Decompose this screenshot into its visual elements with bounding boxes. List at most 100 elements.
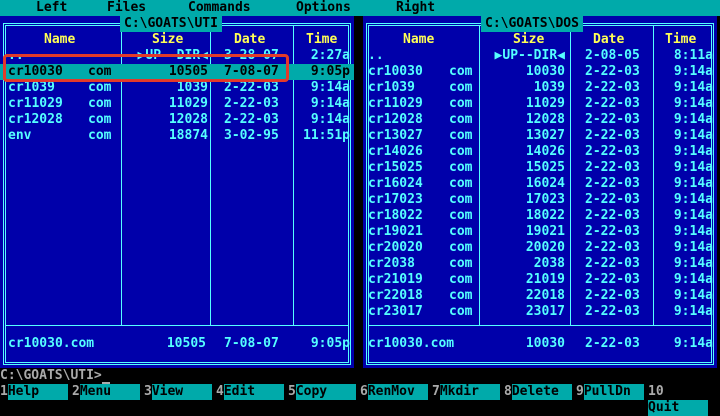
fkey-renmov[interactable]: 6RenMov (360, 384, 428, 400)
file-row[interactable]: cr12028 com 12028 2-22-03 9:14a (363, 112, 717, 128)
file-name: cr18022 (368, 208, 423, 223)
file-time: 9:14a (673, 144, 713, 159)
file-ext: com (449, 240, 473, 255)
file-size: 18022 (525, 208, 565, 223)
file-size: 15025 (525, 160, 565, 175)
menu-commands[interactable]: Commands (188, 0, 251, 16)
menu-files[interactable]: Files (107, 0, 146, 16)
column-header-name[interactable]: Name (44, 32, 75, 48)
fkey-help[interactable]: 1Help (0, 384, 68, 400)
fkey-copy[interactable]: 5Copy (288, 384, 356, 400)
right-file-panel: C:\GOATS\DOS Name Size Date Time .. ▶UP--… (363, 16, 717, 368)
menu-right[interactable]: Right (396, 0, 435, 16)
file-date: 2-22-03 (585, 272, 640, 287)
file-row[interactable]: cr11029 com 11029 2-22-03 9:14a (363, 96, 717, 112)
file-row[interactable]: cr23017 com 23017 2-22-03 9:14a (363, 304, 717, 320)
file-row[interactable]: cr21019 com 21019 2-22-03 9:14a (363, 272, 717, 288)
file-row[interactable]: cr14026 com 14026 2-22-03 9:14a (363, 144, 717, 160)
file-time: 2:27a (310, 48, 350, 63)
file-row[interactable]: cr1039 com 1039 2-22-03 9:14a (0, 80, 354, 96)
file-row[interactable]: cr12028 com 12028 2-22-03 9:14a (0, 112, 354, 128)
file-size: 20020 (525, 240, 565, 255)
file-size: 10030 (525, 64, 565, 79)
file-row[interactable]: cr16024 com 16024 2-22-03 9:14a (363, 176, 717, 192)
file-ext: com (449, 80, 473, 95)
file-size: 14026 (525, 144, 565, 159)
file-name: cr16024 (368, 176, 423, 191)
file-time: 9:14a (673, 192, 713, 207)
column-header-size[interactable]: Size (152, 32, 183, 48)
column-header-size[interactable]: Size (513, 32, 544, 48)
column-header-time[interactable]: Time (665, 32, 696, 48)
fkey-view[interactable]: 3View (144, 384, 212, 400)
fkey-quit[interactable]: 10Quit (648, 384, 720, 416)
status-size: 10505 (166, 336, 206, 351)
file-name: cr13027 (368, 128, 423, 143)
file-ext: com (88, 96, 112, 111)
file-date: 2-22-03 (585, 176, 640, 191)
file-ext: com (449, 288, 473, 303)
menu-options[interactable]: Options (296, 0, 351, 16)
file-time: 8:11a (673, 48, 713, 63)
file-row[interactable]: cr20020 com 20020 2-22-03 9:14a (363, 240, 717, 256)
file-row[interactable]: cr13027 com 13027 2-22-03 9:14a (363, 128, 717, 144)
file-row[interactable]: cr1039 com 1039 2-22-03 9:14a (363, 80, 717, 96)
file-name: cr20020 (368, 240, 423, 255)
file-time: 9:14a (673, 160, 713, 175)
fkey-label: Quit (648, 400, 708, 416)
fkey-delete[interactable]: 8Delete (504, 384, 572, 400)
file-ext: com (449, 304, 473, 319)
file-date: 2-22-03 (585, 192, 640, 207)
fkey-label: Help (7, 384, 68, 400)
column-header-date[interactable]: Date (234, 32, 265, 48)
right-panel-path: C:\GOATS\DOS (481, 16, 583, 32)
file-time: 9:14a (673, 112, 713, 127)
file-time: 9:14a (310, 80, 350, 95)
file-row[interactable]: .. ▶UP--DIR◀ 2-08-05 8:11a (363, 48, 717, 64)
file-name: env (8, 128, 32, 143)
file-row[interactable]: cr2038 com 2038 2-22-03 9:14a (363, 256, 717, 272)
status-time: 9:14a (673, 336, 713, 351)
fkey-pulldn[interactable]: 9PullDn (576, 384, 644, 400)
file-ext: com (449, 160, 473, 175)
menu-left[interactable]: Left (36, 0, 67, 16)
fkey-number: 3 (144, 384, 152, 399)
status-filename: cr10030.com (8, 336, 95, 351)
file-name: cr22018 (368, 288, 423, 303)
command-line[interactable]: C:\GOATS\UTI> (0, 368, 720, 384)
file-time: 9:14a (673, 240, 713, 255)
file-ext: com (449, 208, 473, 223)
column-header-time[interactable]: Time (306, 32, 337, 48)
file-row[interactable]: cr17023 com 17023 2-22-03 9:14a (363, 192, 717, 208)
file-name: cr21019 (368, 272, 423, 287)
file-row[interactable]: cr22018 com 22018 2-22-03 9:14a (363, 288, 717, 304)
file-time: 9:14a (673, 128, 713, 143)
file-size: ▶UP--DIR◀ (494, 48, 565, 63)
column-header-name[interactable]: Name (403, 32, 434, 48)
fkey-number: 5 (288, 384, 296, 399)
file-row[interactable]: cr11029 com 11029 2-22-03 9:14a (0, 96, 354, 112)
file-name: cr12028 (368, 112, 423, 127)
file-ext: com (449, 96, 473, 111)
file-date: 2-22-03 (585, 112, 640, 127)
file-row[interactable]: cr18022 com 18022 2-22-03 9:14a (363, 208, 717, 224)
status-filename: cr10030.com (368, 336, 455, 351)
file-row[interactable]: env com 18874 3-02-95 11:51p (0, 128, 354, 144)
file-row[interactable]: cr19021 com 19021 2-22-03 9:14a (363, 224, 717, 240)
fkey-label: View (151, 384, 212, 400)
file-size: 13027 (525, 128, 565, 143)
column-header-date[interactable]: Date (593, 32, 624, 48)
fkey-label: RenMov (367, 384, 428, 400)
fkey-mkdir[interactable]: 7Mkdir (432, 384, 500, 400)
fkey-number: 2 (72, 384, 80, 399)
file-row[interactable]: cr10030 com 10030 2-22-03 9:14a (363, 64, 717, 80)
status-date: 2-22-03 (585, 336, 640, 351)
fkey-menu[interactable]: 2Menu (72, 384, 140, 400)
file-row[interactable]: cr15025 com 15025 2-22-03 9:14a (363, 160, 717, 176)
file-date: 2-22-03 (585, 240, 640, 255)
fkey-label: Menu (79, 384, 140, 400)
file-time: 9:05p (310, 64, 350, 79)
fkey-edit[interactable]: 4Edit (216, 384, 284, 400)
file-ext: com (449, 112, 473, 127)
file-time: 11:51p (303, 128, 350, 143)
